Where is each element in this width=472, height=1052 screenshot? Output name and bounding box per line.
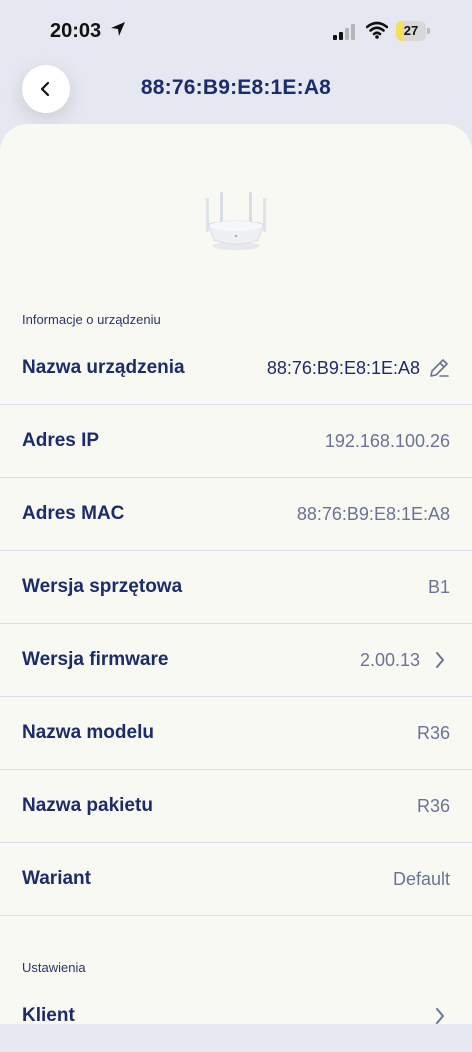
row-label: Klient (22, 1005, 75, 1026)
row-value: 88:76:B9:E8:1E:A8 (266, 358, 420, 378)
row-ip-address: Adres IP 192.168.100.26 (0, 405, 472, 478)
row-value: Default (392, 869, 450, 889)
device-details-card: Informacje o urządzeniu Nazwa urządzenia… (0, 124, 472, 1026)
row-label: Adres IP (22, 430, 100, 451)
cellular-signal-icon (333, 24, 355, 40)
row-value: 192.168.100.26 (324, 431, 450, 451)
row-mac-address: Adres MAC 88:76:B9:E8:1E:A8 (0, 478, 472, 551)
section-title-device-info: Informacje o urządzeniu (22, 312, 161, 327)
row-value: 2.00.13 (359, 650, 420, 670)
row-value: R36 (416, 796, 450, 816)
status-time: 20:03 (50, 20, 102, 42)
pencil-edit-icon[interactable] (428, 357, 450, 379)
battery-indicator: 27 (396, 21, 430, 41)
wifi-icon (366, 21, 388, 39)
row-variant: Wariant Default (0, 843, 472, 916)
row-label: Wariant (22, 868, 91, 889)
row-label: Wersja sprzętowa (22, 576, 183, 597)
battery-percent: 27 (403, 23, 419, 38)
row-value: B1 (427, 577, 450, 597)
row-hardware-version: Wersja sprzętowa B1 (0, 551, 472, 624)
row-label: Nazwa urządzenia (22, 357, 185, 378)
row-model-name: Nazwa modelu R36 (0, 697, 472, 770)
page-title: 88:76:B9:E8:1E:A8 (140, 76, 332, 99)
section-title-settings: Ustawienia (22, 960, 86, 975)
location-arrow-icon (111, 22, 125, 36)
row-package-name: Nazwa pakietu R36 (0, 770, 472, 843)
row-value: R36 (416, 723, 450, 743)
row-label: Wersja firmware (22, 649, 169, 670)
row-device-name[interactable]: Nazwa urządzenia 88:76:B9:E8:1E:A8 (0, 332, 472, 405)
row-firmware-version[interactable]: Wersja firmware 2.00.13 (0, 624, 472, 697)
row-client[interactable]: Klient (0, 980, 472, 1052)
row-label: Nazwa modelu (22, 722, 154, 743)
status-bar: 20:03 27 (0, 0, 472, 60)
row-label: Nazwa pakietu (22, 795, 153, 816)
chevron-right-icon (436, 652, 444, 668)
chevron-right-icon (436, 1008, 444, 1024)
row-label: Adres MAC (22, 503, 125, 524)
row-value: 88:76:B9:E8:1E:A8 (296, 504, 450, 524)
router-icon (206, 192, 266, 250)
